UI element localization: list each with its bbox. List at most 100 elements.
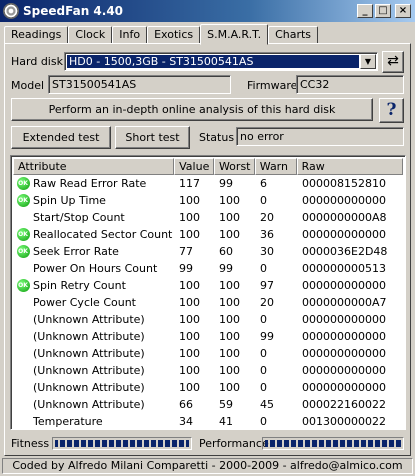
column-header-attribute[interactable]: Attribute <box>13 158 175 175</box>
model-label: Model <box>11 79 45 92</box>
value-cell: 100 <box>179 279 200 292</box>
value-cell: 100 <box>179 211 200 224</box>
table-row[interactable]: (Unknown Attribute) 66 59 45 000022160022 <box>13 396 403 413</box>
refresh-button[interactable]: ⇄ <box>382 51 404 73</box>
value-cell: 77 <box>179 245 193 258</box>
tab-info[interactable]: Info <box>112 26 148 44</box>
warn-cell: 0 <box>260 262 267 275</box>
fitness-label: Fitness <box>11 437 50 450</box>
table-row[interactable]: (Unknown Attribute) 100 100 0 000000000000 <box>13 311 403 328</box>
attribute-cell: Raw Read Error Rate <box>33 177 147 190</box>
table-row[interactable]: (Unknown Attribute) 100 100 0 000000000000 <box>13 362 403 379</box>
warn-cell: 45 <box>260 398 274 411</box>
speedfan-fan-icon[interactable] <box>3 3 19 19</box>
value-cell: 100 <box>179 364 200 377</box>
status-icon-cell: OK <box>13 177 33 190</box>
harddisk-select[interactable]: HD0 - 1500,3GB - ST31500541AS ▼ <box>64 52 378 71</box>
warn-cell: 6 <box>260 177 267 190</box>
column-header-worst[interactable]: Worst <box>213 158 255 175</box>
value-cell: 99 <box>179 262 193 275</box>
warn-cell: 0 <box>260 347 267 360</box>
help-icon[interactable]: ? <box>379 98 404 123</box>
extended-test-button[interactable]: Extended test <box>11 126 111 149</box>
table-row[interactable]: Power Cycle Count 100 100 20 0000000000A7 <box>13 294 403 311</box>
table-row[interactable]: OK Raw Read Error Rate 117 99 6 000008152810 <box>13 175 403 192</box>
warn-cell: 30 <box>260 245 274 258</box>
table-row[interactable]: OK Reallocated Sector Count 100 100 36 000000… <box>13 226 403 243</box>
tab-readings[interactable]: Readings <box>4 26 69 44</box>
column-header-warn[interactable]: Warn <box>254 158 297 175</box>
worst-cell: 100 <box>219 347 240 360</box>
worst-cell: 100 <box>219 194 240 207</box>
attribute-cell: (Unknown Attribute) <box>33 364 145 377</box>
attribute-cell: Spin Retry Count <box>33 279 126 292</box>
raw-cell: 000008152810 <box>302 177 386 190</box>
attribute-cell: (Unknown Attribute) <box>33 381 145 394</box>
value-cell: 100 <box>179 347 200 360</box>
table-row[interactable]: Start/Stop Count 100 100 20 0000000000A8 <box>13 209 403 226</box>
status-field: no error <box>236 127 404 146</box>
table-row[interactable]: OK Spin Up Time 100 100 0 000000000000 <box>13 192 403 209</box>
ok-status-icon: OK <box>16 279 30 292</box>
warn-cell: 20 <box>260 296 274 309</box>
worst-cell: 100 <box>219 296 240 309</box>
raw-cell: 000000000000 <box>302 194 386 207</box>
smart-attribute-table[interactable]: Attribute Value Worst Warn Raw OK Raw Rea… <box>10 155 406 430</box>
raw-cell: 000000000000 <box>302 228 386 241</box>
attribute-cell: (Unknown Attribute) <box>33 398 145 411</box>
maximize-button[interactable]: □ <box>375 4 391 18</box>
chevron-down-icon[interactable]: ▼ <box>360 54 376 69</box>
table-row[interactable]: OK Spin Retry Count 100 100 97 000000000000 <box>13 277 403 294</box>
table-row[interactable]: (Unknown Attribute) 100 100 0 000000000000 <box>13 379 403 396</box>
attribute-cell: (Unknown Attribute) <box>33 347 145 360</box>
value-cell: 100 <box>179 381 200 394</box>
raw-cell: 0000000000A8 <box>302 211 387 224</box>
worst-cell: 100 <box>219 279 240 292</box>
warn-cell: 99 <box>260 330 274 343</box>
firmware-field: CC32 <box>296 75 404 94</box>
minimize-button[interactable]: _ <box>357 4 373 18</box>
table-row[interactable]: Temperature 34 41 0 001300000022 <box>13 413 403 429</box>
raw-cell: 000022160022 <box>302 398 386 411</box>
status-icon-cell: OK <box>13 245 33 258</box>
tab-smart[interactable]: S.M.A.R.T. <box>200 24 269 45</box>
column-header-raw[interactable]: Raw <box>296 158 403 175</box>
table-row[interactable]: OK Seek Error Rate 77 60 30 0000036E2D48 <box>13 243 403 260</box>
tab-exotics[interactable]: Exotics <box>147 26 201 44</box>
value-cell: 66 <box>179 398 193 411</box>
close-button[interactable]: × <box>395 4 411 18</box>
worst-cell: 59 <box>219 398 233 411</box>
refresh-icon: ⇄ <box>387 53 399 69</box>
warn-cell: 0 <box>260 364 267 377</box>
status-label: Status <box>199 131 235 144</box>
value-cell: 34 <box>179 415 193 428</box>
fitness-meter <box>52 437 192 450</box>
attribute-cell: Spin Up Time <box>33 194 106 207</box>
value-cell: 100 <box>179 228 200 241</box>
table-row[interactable]: (Unknown Attribute) 100 100 0 000000000000 <box>13 345 403 362</box>
raw-cell: 000000000000 <box>302 330 386 343</box>
title-bar[interactable]: SpeedFan 4.40 _ □ × <box>0 0 415 22</box>
tab-charts[interactable]: Charts <box>268 26 319 44</box>
raw-cell: 001300000022 <box>302 415 386 428</box>
online-analysis-button[interactable]: Perform an in-depth online analysis of t… <box>11 98 373 121</box>
value-cell: 117 <box>179 177 200 190</box>
attribute-cell: Seek Error Rate <box>33 245 119 258</box>
warn-cell: 36 <box>260 228 274 241</box>
short-test-button[interactable]: Short test <box>115 126 190 149</box>
value-cell: 100 <box>179 313 200 326</box>
harddisk-selected-value: HD0 - 1500,3GB - ST31500541AS <box>67 55 359 68</box>
model-field: ST31500541AS <box>48 75 231 94</box>
table-row[interactable]: (Unknown Attribute) 100 100 99 000000000000 <box>13 328 403 345</box>
raw-cell: 000000000000 <box>302 364 386 377</box>
worst-cell: 100 <box>219 330 240 343</box>
column-header-value[interactable]: Value <box>174 158 214 175</box>
warn-cell: 0 <box>260 194 267 207</box>
tab-clock[interactable]: Clock <box>68 26 113 44</box>
attribute-cell: (Unknown Attribute) <box>33 330 145 343</box>
tab-strip: Readings Clock Info Exotics S.M.A.R.T. C… <box>4 24 319 45</box>
status-icon-cell: OK <box>13 228 33 241</box>
worst-cell: 99 <box>219 262 233 275</box>
table-row[interactable]: Power On Hours Count 99 99 0 000000000513 <box>13 260 403 277</box>
ok-status-icon: OK <box>16 177 30 190</box>
